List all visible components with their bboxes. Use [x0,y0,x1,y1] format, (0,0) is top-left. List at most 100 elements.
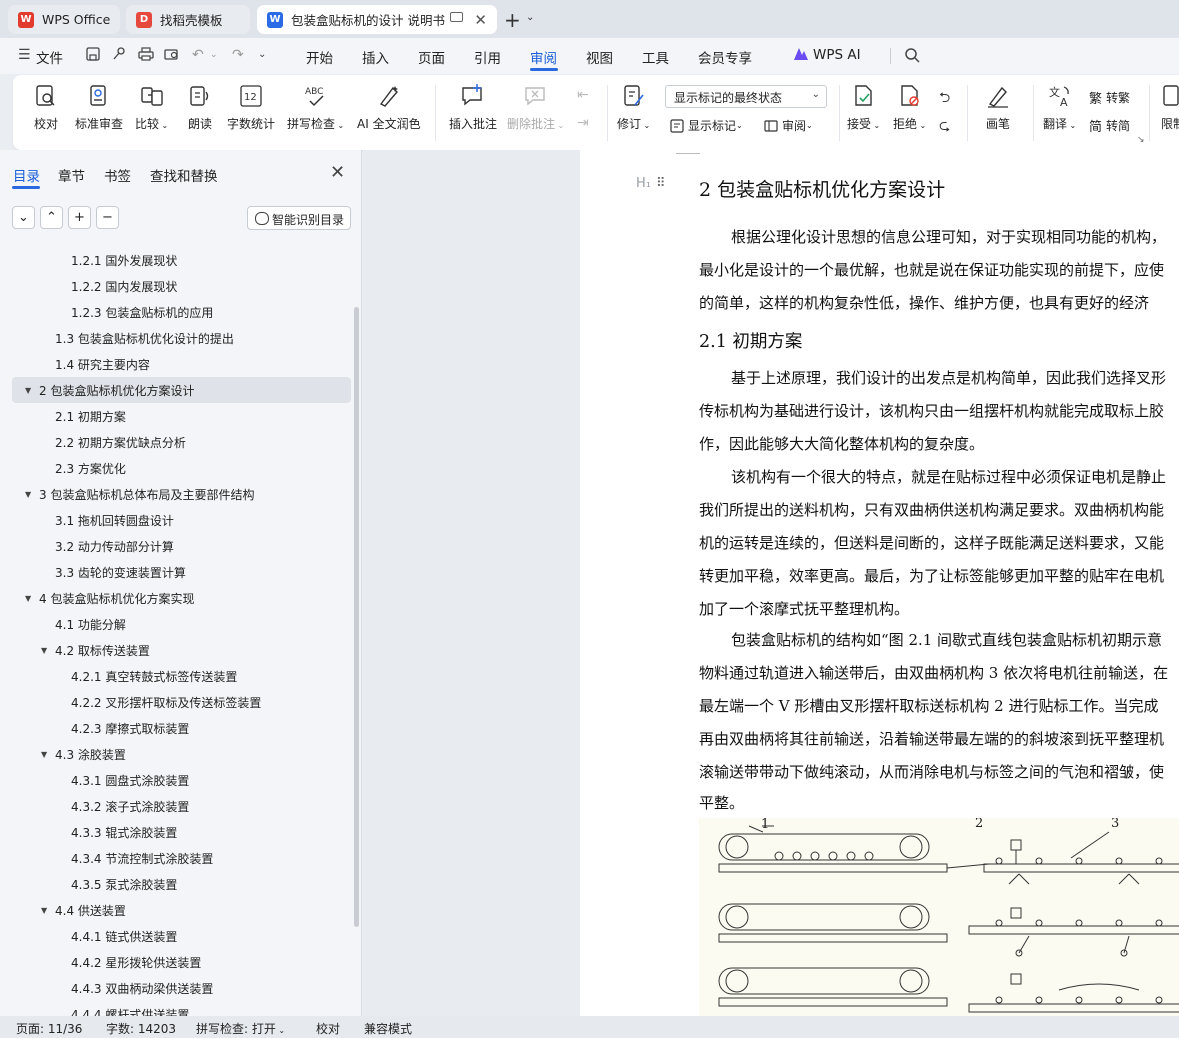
close-tab-icon[interactable]: ✕ [474,11,487,29]
toc-item[interactable]: ▼ 2 包装盒贴标机优化方案设计 [12,377,351,403]
toc-item[interactable]: 2.2 初期方案优缺点分析 [0,429,352,455]
toc-item[interactable]: 1.2.3 包装盒贴标机的应用 [0,299,352,325]
print-icon[interactable] [138,47,154,63]
toc-item[interactable]: 4.4.1 链式供送装置 [0,923,352,949]
nav-tab-toc[interactable]: 目录 [13,165,40,185]
toc-item[interactable]: 4.3.4 节流控制式涂胶装置 [0,845,352,871]
page-indicator[interactable]: 页面: 11/36 [16,1020,82,1037]
collapse-caret-icon[interactable]: ▼ [41,750,47,759]
markup-mode-select[interactable]: 显示标记的最终状态 ⌄ [665,85,827,108]
undo-icon[interactable]: ↶ [192,47,208,63]
nav-tab-find-replace[interactable]: 查找和替换 [150,165,218,185]
toc-item[interactable]: 4.3.5 泵式涂胶装置 [0,871,352,897]
accept-button[interactable]: 接受 ⌄ [847,83,880,132]
collapse-all-button[interactable]: ⌃ [40,206,63,229]
toc-item[interactable]: ▼ 4.4 供送装置 [0,897,352,923]
save-icon[interactable] [86,47,102,63]
toc-item[interactable]: 1.3 包装盒贴标机优化设计的提出 [0,325,352,351]
close-icon[interactable]: ✕ [330,162,345,183]
drag-handle-icon[interactable]: ⠿ [656,176,665,191]
smart-toc-button[interactable]: 智能识别目录 [247,206,351,230]
redo-icon[interactable]: ↷ [232,47,248,63]
toc-item[interactable]: 3.2 动力传动部分计算 [0,533,352,559]
spell-check-button[interactable]: ABC 拼写检查 ⌄ [287,83,344,132]
toc-item[interactable]: 4.3.2 滚子式涂胶装置 [0,793,352,819]
toc-item[interactable]: 4.2.1 真空转鼓式标签传送装置 [0,663,352,689]
previous-change-icon[interactable]: ⮌ [939,87,950,111]
toc-item[interactable]: 4.2.2 叉形摆杆取标及传送标签装置 [0,689,352,715]
toc-item[interactable]: ▼ 4.3 涂胶装置 [0,741,352,767]
collapse-caret-icon[interactable]: ▼ [41,646,47,655]
read-aloud-button[interactable]: 朗读 [187,83,213,132]
toc-item[interactable]: 4.4.3 双曲柄动梁供送装置 [0,975,352,1001]
show-markup-button[interactable]: 显示标记 ⌄ [669,117,743,134]
toc-item[interactable]: 4.2.3 摩擦式取标装置 [0,715,352,741]
tab-template[interactable]: D 找稻壳模板 [126,5,250,34]
ai-polish-button[interactable]: AI 全文润色 [357,83,421,132]
toc-item[interactable]: ▼ 4.2 取标传送装置 [0,637,352,663]
reject-button[interactable]: 拒绝 ⌄ [893,83,926,132]
menu-review[interactable]: 审阅 [530,47,557,67]
to-simplified-button[interactable]: 简 转简 [1089,116,1130,135]
toc-item[interactable]: 3.1 拖机回转圆盘设计 [0,507,352,533]
tab-document[interactable]: W 包装盒贴标机的设计 说明书 ✕ [257,5,497,34]
proofread-button[interactable]: 校对 [33,83,59,132]
add-heading-button[interactable]: + [68,206,91,229]
mechanism-figure[interactable]: 1 2 3 [699,816,1179,1016]
menu-tools[interactable]: 工具 [642,47,669,67]
track-changes-button[interactable]: 修订 ⌄ [617,83,650,132]
compare-button[interactable]: 比较 ⌄ [135,83,168,132]
to-traditional-button[interactable]: 繁 转繁 [1089,88,1130,107]
menu-reference[interactable]: 引用 [474,47,501,67]
toc-item[interactable]: ▼ 4 包装盒贴标机优化方案实现 [0,585,352,611]
next-change-icon[interactable]: ⮎ [939,115,950,139]
word-count-button[interactable]: 12 字数统计 [227,83,275,132]
proofread-status[interactable]: 校对 [316,1020,340,1037]
collapse-caret-icon[interactable]: ▼ [25,594,31,603]
chevron-down-icon[interactable]: ⌄ [210,47,226,63]
more-chevron-icon[interactable]: ⌄ [258,47,274,63]
nav-tab-sections[interactable]: 章节 [58,165,85,185]
tab-wps-office[interactable]: W WPS Office [8,5,120,34]
share-icon[interactable] [112,47,128,63]
toc-item[interactable]: 4.3.1 圆盘式涂胶装置 [0,767,352,793]
delete-comment-button[interactable]: 删除批注 ⌄ [507,83,564,132]
toc-item[interactable]: 1.2.1 国外发展现状 [0,247,352,273]
standard-review-button[interactable]: 标准审查 [75,83,123,132]
toc-item[interactable]: 4.4.4 螺杆式供送装置 [0,1001,352,1017]
previous-comment-icon[interactable]: ⇤ [577,87,589,103]
menu-insert[interactable]: 插入 [362,47,389,67]
toc-item[interactable]: 4.4.2 星形拨轮供送装置 [0,949,352,975]
search-icon[interactable] [904,47,920,63]
toc-item[interactable]: 1.4 研究主要内容 [0,351,352,377]
hamburger-icon[interactable]: ☰ [18,47,34,63]
menu-page[interactable]: 页面 [418,47,445,67]
insert-comment-button[interactable]: 插入批注 [449,83,497,132]
spell-check-status[interactable]: 拼写检查: 打开 ⌄ [196,1020,285,1037]
toc-item[interactable]: 1.2.2 国内发展现状 [0,273,352,299]
collapse-caret-icon[interactable]: ▼ [41,906,47,915]
menu-view[interactable]: 视图 [586,47,613,67]
menu-file[interactable]: 文件 [36,47,63,67]
menu-member[interactable]: 会员专享 [698,47,752,67]
restrict-editing-button[interactable]: 限制 [1160,83,1179,132]
menu-wps-ai[interactable]: WPS AI [813,47,861,63]
toc-item[interactable]: 2.1 初期方案 [0,403,352,429]
new-tab-icon[interactable]: + [504,8,521,32]
ink-button[interactable]: 画笔 [985,83,1011,132]
translate-button[interactable]: 文A 翻译 ⌄ [1043,83,1076,132]
toc-item[interactable]: 3.3 齿轮的变速装置计算 [0,559,352,585]
next-comment-icon[interactable]: ⇥ [577,115,589,131]
dialog-launcher-icon[interactable]: ↘ [1137,135,1145,145]
nav-tab-bookmarks[interactable]: 书签 [104,165,131,185]
collapse-caret-icon[interactable]: ▼ [25,490,31,499]
nav-scrollbar[interactable] [354,307,359,927]
toc-item[interactable]: 4.3.3 辊式涂胶装置 [0,819,352,845]
print-preview-icon[interactable] [164,47,180,63]
toc-item[interactable]: ▼ 3 包装盒贴标机总体布局及主要部件结构 [0,481,352,507]
reviewing-pane-button[interactable]: 审阅 ⌄ [763,117,813,134]
heading-level-marker[interactable]: H₁ [636,176,651,191]
menu-start[interactable]: 开始 [306,47,333,67]
word-count-indicator[interactable]: 字数: 14203 [106,1020,176,1037]
toc-item[interactable]: 2.3 方案优化 [0,455,352,481]
